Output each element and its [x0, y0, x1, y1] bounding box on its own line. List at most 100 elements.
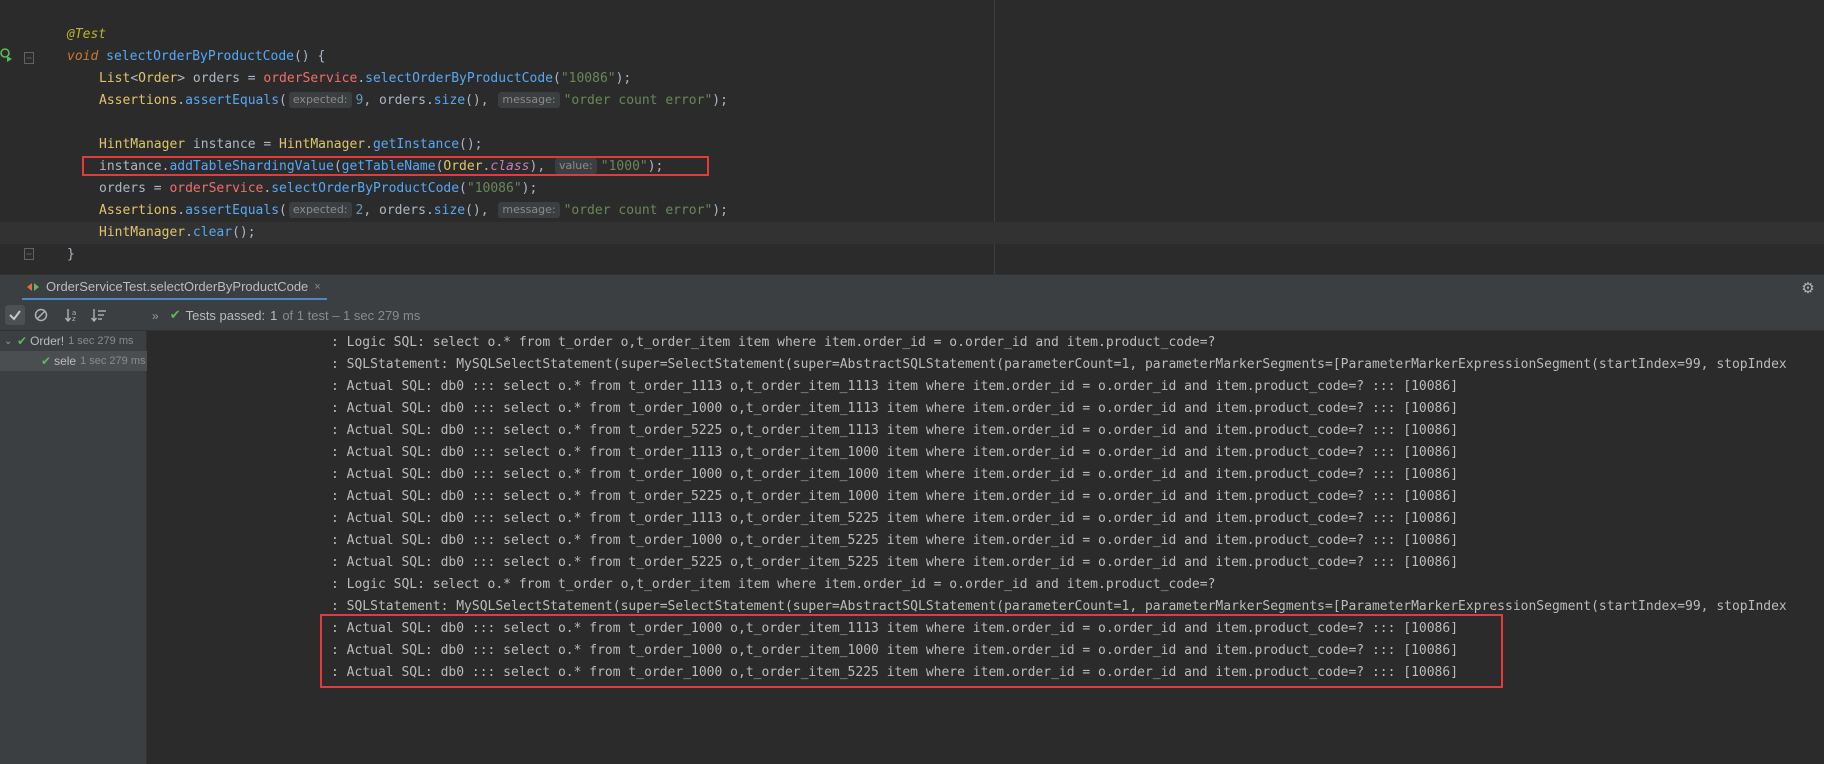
fold-icon[interactable] [24, 52, 34, 64]
method-call: size [433, 203, 466, 218]
code-line: @Test [67, 24, 1824, 46]
type-name: List [99, 71, 131, 86]
string-literal: "order count error" [563, 93, 713, 108]
code-token: ); [615, 71, 632, 86]
stop-icon[interactable] [31, 305, 51, 325]
parameter-hint: value: [555, 158, 597, 174]
field-name: orderService [263, 71, 358, 86]
type-name: Order [138, 71, 178, 86]
code-token: . [357, 71, 366, 86]
console-line: : SQLStatement: MySQLSelectStatement(sup… [331, 599, 1787, 614]
console-line: : Actual SQL: db0 ::: select o.* from t_… [331, 643, 1459, 658]
code-token: ), [529, 159, 546, 174]
close-icon[interactable]: × [314, 281, 320, 293]
method-call: size [433, 93, 466, 108]
type-name: Assertions [99, 203, 178, 218]
code-token: (), [465, 203, 489, 218]
method-call: getInstance [372, 137, 460, 152]
code-token: (); [459, 137, 483, 152]
gear-icon[interactable]: ⚙ [1800, 280, 1816, 296]
status-suffix: of 1 test – 1 sec 279 ms [282, 308, 421, 323]
sort-alpha-icon[interactable]: az [63, 305, 83, 325]
console-line: : Actual SQL: db0 ::: select o.* from t_… [331, 467, 1459, 482]
code-line-current: HintManager.clear(); [0, 222, 1824, 244]
console-line: : Actual SQL: db0 ::: select o.* from t_… [331, 445, 1459, 460]
code-token: , orders. [363, 93, 434, 108]
console-line: : Logic SQL: select o.* from t_order o,t… [331, 335, 1216, 350]
code-token: ( [552, 71, 561, 86]
method-call: clear [192, 225, 233, 240]
code-line: } [67, 244, 1824, 266]
code-token: ); [647, 159, 664, 174]
code-token: (), [465, 93, 489, 108]
console-line: : Actual SQL: db0 ::: select o.* from t_… [331, 423, 1459, 438]
type-name: Order [443, 159, 483, 174]
keyword: class [490, 159, 530, 174]
tree-node-label: Order! [30, 334, 65, 348]
console-line: : Actual SQL: db0 ::: select o.* from t_… [331, 401, 1459, 416]
code-token: orders = [185, 71, 264, 86]
sort-duration-icon[interactable] [89, 305, 109, 325]
run-tool-window-tabs: OrderServiceTest.selectOrderByProductCod… [0, 274, 1824, 301]
type-name: HintManager [99, 137, 186, 152]
fold-icon[interactable] [24, 248, 34, 260]
method-call: selectOrderByProductCode [271, 181, 460, 196]
console-line: : Actual SQL: db0 ::: select o.* from t_… [331, 511, 1459, 526]
parameter-hint: message: [498, 202, 560, 218]
code-token: instance. [99, 159, 170, 174]
test-tree[interactable]: ⌄ ✔ Order! 1 sec 279 ms ✔ sele 1 sec 279… [0, 331, 147, 764]
method-call: getTableName [341, 159, 436, 174]
console-line: : Actual SQL: db0 ::: select o.* from t_… [331, 379, 1459, 394]
type-name: HintManager [279, 137, 366, 152]
console-line: : SQLStatement: MySQLSelectStatement(sup… [331, 357, 1787, 372]
code-token: ); [712, 203, 728, 218]
method-name: selectOrderByProductCode [106, 49, 294, 64]
chevron-down-icon[interactable]: ⌄ [4, 336, 16, 347]
run-test-icon[interactable] [0, 48, 14, 62]
passed-count: 1 [270, 308, 278, 323]
tab-label: OrderServiceTest.selectOrderByProductCod… [46, 279, 309, 294]
test-runner-toolbar: az » ✔ Tests passed: 1 of 1 test – 1 sec… [0, 300, 1824, 331]
method-call: assertEquals [185, 93, 280, 108]
tab-test-run[interactable]: OrderServiceTest.selectOrderByProductCod… [22, 275, 327, 301]
console-line: : Actual SQL: db0 ::: select o.* from t_… [331, 621, 1459, 636]
code-token: () { [293, 49, 326, 64]
code-token: ); [521, 181, 538, 196]
check-icon: ✔ [169, 308, 181, 323]
expand-chevron-icon[interactable]: » [152, 309, 159, 323]
code-token: , orders. [363, 203, 434, 218]
code-line: List<Order> orders = orderService.select… [67, 68, 1824, 90]
code-token: < [130, 71, 139, 86]
tree-node-label: sele [54, 354, 77, 368]
tree-node-time: 1 sec 279 ms [68, 335, 134, 347]
code-line: void selectOrderByProductCode() { [67, 46, 1824, 68]
code-line-highlighted: instance.addTableShardingValue(getTableN… [99, 158, 664, 174]
code-token: ); [712, 93, 728, 108]
tree-node-time: 1 sec 279 ms [80, 355, 146, 367]
check-icon[interactable] [5, 305, 25, 325]
code-token: (); [232, 225, 256, 240]
code-line: HintManager instance = HintManager.getIn… [99, 137, 483, 152]
code-line: orders = orderService.selectOrderByProdu… [99, 181, 538, 196]
console-line: : Actual SQL: db0 ::: select o.* from t_… [331, 489, 1459, 504]
field-name: orderService [169, 181, 264, 196]
string-literal: "10086" [560, 71, 616, 86]
test-status: » ✔ Tests passed: 1 of 1 test – 1 sec 27… [152, 300, 420, 331]
check-icon: ✔ [17, 334, 28, 348]
console-output[interactable]: : Logic SQL: select o.* from t_order o,t… [148, 331, 1824, 764]
type-name: HintManager [99, 225, 186, 240]
console-line: : Logic SQL: select o.* from t_order o,t… [331, 577, 1216, 592]
code-line: Assertions.assertEquals(expected: 9, orde… [99, 92, 728, 108]
status-prefix: Tests passed: [185, 308, 266, 323]
code-editor[interactable]: @Test void selectOrderByProductCode() { … [0, 0, 1824, 274]
annotation: @Test [67, 27, 107, 42]
tree-node-class[interactable]: ⌄ ✔ Order! 1 sec 279 ms [4, 331, 147, 351]
method-call: addTableShardingValue [169, 159, 334, 174]
code-lines[interactable]: @Test void selectOrderByProductCode() { … [0, 24, 1824, 266]
tree-node-method[interactable]: ✔ sele 1 sec 279 ms [0, 351, 147, 371]
parameter-hint: expected: [288, 92, 352, 108]
code-token: > [177, 71, 186, 86]
console-line: : Actual SQL: db0 ::: select o.* from t_… [331, 555, 1459, 570]
string-literal: "10086" [466, 181, 522, 196]
